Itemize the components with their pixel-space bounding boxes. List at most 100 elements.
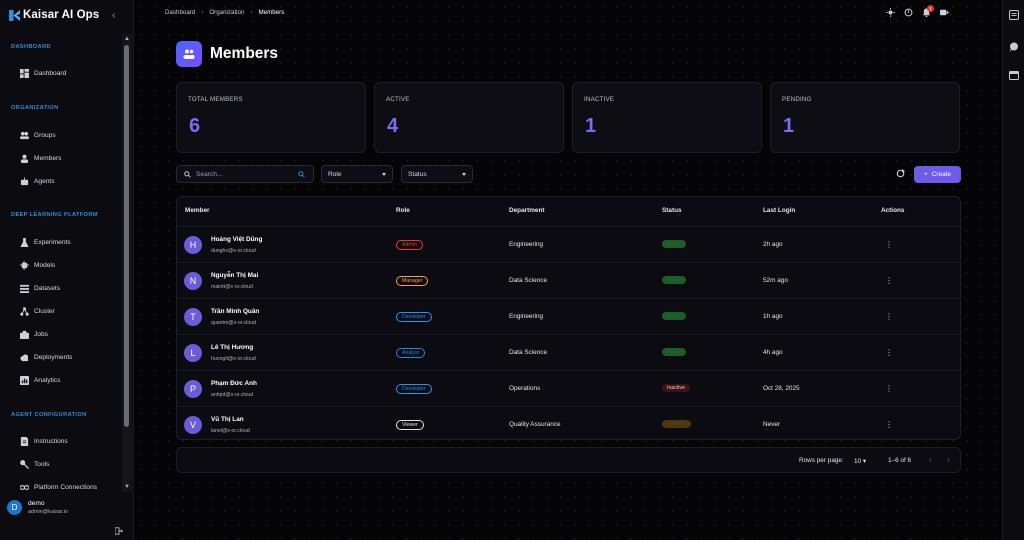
user-profile[interactable]: D demo admin@kaisar.io (7, 500, 68, 515)
section-title-organization: ORGANIZATION (11, 105, 59, 111)
more-options-icon[interactable]: ⋮ (885, 240, 893, 249)
sidebar-item-label: Groups (34, 132, 56, 139)
sidebar-item-label: Analytics (34, 377, 61, 384)
chevron-down-icon (462, 173, 466, 176)
sidebar-item-datasets[interactable]: Datasets (20, 284, 60, 293)
member-name: Trần Minh Quân (211, 308, 260, 315)
status-badge: Pending (662, 420, 692, 428)
scroll-down-icon[interactable]: ▼ (123, 483, 131, 491)
column-header-status[interactable]: Status (662, 207, 682, 214)
sidebar-item-analytics[interactable]: Analytics (20, 376, 60, 385)
sidebar-item-groups[interactable]: Groups (20, 131, 56, 140)
more-options-icon[interactable]: ⋮ (885, 348, 893, 357)
next-page-icon[interactable]: › (947, 455, 950, 464)
sidebar-item-platform-connections[interactable]: Platform Connections (20, 483, 97, 492)
sidebar-item-cluster[interactable]: Cluster (20, 307, 55, 316)
status-badge: Active (662, 276, 687, 284)
page-title: Members (210, 45, 279, 62)
theme-toggle-icon[interactable] (886, 8, 895, 17)
main-content: Dashboard › Organization › Members 1 Mem… (134, 0, 1002, 540)
last-login-cell: 4h ago (763, 349, 783, 356)
user-email: admin@kaisar.io (28, 509, 68, 515)
logout-icon[interactable] (115, 527, 123, 535)
section-title-agent-config: AGENT CONFIGURATION (11, 412, 87, 418)
search-submit-icon[interactable] (298, 171, 305, 178)
history-icon[interactable] (904, 8, 913, 17)
avatar: V (184, 416, 202, 434)
chevron-down-icon (382, 173, 386, 176)
sidebar-item-label: Experiments (34, 239, 71, 246)
sidebar-item-members[interactable]: Members (20, 154, 61, 163)
more-options-icon[interactable]: ⋮ (885, 276, 893, 285)
status-filter-value: Status (408, 171, 427, 178)
members-title-icon (176, 41, 202, 67)
column-header-role[interactable]: Role (396, 207, 410, 214)
last-login-cell: 52m ago (763, 277, 788, 284)
avatar: D (7, 500, 22, 515)
sidebar-item-instructions[interactable]: Instructions (20, 437, 68, 446)
member-email: quantm@x-or.cloud (211, 320, 257, 326)
status-filter[interactable]: Status (401, 165, 473, 183)
sidebar-item-models[interactable]: Models (20, 261, 55, 270)
sidebar-scrollbar[interactable]: ▲ ▼ (122, 34, 132, 492)
chat-icon[interactable] (1009, 42, 1019, 52)
member-name: Vũ Thị Lan (211, 416, 244, 423)
sidebar-item-deployments[interactable]: Deployments (20, 353, 72, 362)
brand[interactable]: Kaisar AI Ops (9, 9, 99, 21)
more-options-icon[interactable]: ⋮ (885, 312, 893, 321)
table-row[interactable]: V Vũ Thị Lan lanvt@x-or.cloud Viewer Qua… (177, 406, 960, 439)
sidebar-item-jobs[interactable]: Jobs (20, 330, 48, 339)
column-header-member[interactable]: Member (185, 207, 210, 214)
status-badge: Active (662, 312, 687, 320)
avatar: H (184, 236, 202, 254)
analytics-icon (20, 376, 29, 385)
table-row[interactable]: H Hoàng Việt Dũng dunghv@x-or.cloud Admi… (177, 226, 960, 262)
refresh-icon[interactable] (896, 169, 905, 178)
panel-toggle-icon[interactable] (940, 8, 949, 17)
last-login-cell: 1h ago (763, 313, 783, 320)
search-input[interactable]: Search... (176, 165, 314, 183)
breadcrumb-organization[interactable]: Organization (209, 9, 244, 16)
breadcrumb-separator-icon: › (250, 9, 253, 16)
table-row[interactable]: L Lê Thị Hương huonglt@x-or.cloud Analys… (177, 334, 960, 370)
table-row[interactable]: N Nguyễn Thị Mai maintt@x-or.cloud Manag… (177, 262, 960, 298)
right-toolbar (1002, 0, 1024, 540)
department-cell: Operations (509, 385, 541, 392)
sidebar-item-experiments[interactable]: Experiments (20, 238, 71, 247)
breadcrumb-dashboard[interactable]: Dashboard (165, 9, 195, 16)
collapse-sidebar-icon[interactable]: ‹ (112, 10, 115, 21)
scrollbar-thumb[interactable] (124, 45, 129, 427)
logo-icon (9, 9, 20, 21)
table-row[interactable]: T Trần Minh Quân quantm@x-or.cloud Devel… (177, 298, 960, 334)
sidebar-item-label: Cluster (34, 308, 55, 315)
role-filter-value: Role (328, 171, 342, 178)
role-badge: Developer (396, 312, 432, 322)
role-badge: Admin (396, 240, 423, 250)
sidebar-item-dashboard[interactable]: Dashboard (20, 69, 66, 78)
rows-per-page-select[interactable]: 10 ▾ (854, 457, 866, 465)
calendar-icon[interactable] (1009, 70, 1019, 80)
column-header-department[interactable]: Department (509, 207, 545, 214)
document-icon (20, 437, 29, 446)
more-options-icon[interactable]: ⋮ (885, 384, 893, 393)
more-options-icon[interactable]: ⋮ (885, 420, 893, 429)
table-row[interactable]: P Phạm Đức Anh anhpd@x-or.cloud Develope… (177, 370, 960, 406)
note-icon[interactable] (1009, 10, 1019, 20)
column-header-last-login[interactable]: Last Login (763, 207, 795, 214)
sidebar-item-agents[interactable]: Agents (20, 177, 55, 186)
sidebar-item-label: Agents (34, 178, 55, 185)
prev-page-icon[interactable]: ‹ (929, 455, 932, 464)
last-login-cell: 2h ago (763, 241, 783, 248)
department-cell: Data Science (509, 349, 548, 356)
create-button[interactable]: + Create (914, 166, 961, 183)
members-table: Member Role Department Status Last Login… (176, 196, 961, 440)
role-filter[interactable]: Role (321, 165, 393, 183)
stat-inactive: INACTIVE 1 (572, 82, 762, 153)
scroll-up-icon[interactable]: ▲ (123, 35, 131, 43)
sidebar-item-tools[interactable]: Tools (20, 460, 49, 469)
chevron-down-icon: ▾ (862, 458, 867, 465)
network-icon (20, 307, 29, 316)
avatar: T (184, 308, 202, 326)
notifications-button[interactable]: 1 (922, 5, 934, 19)
sidebar-item-label: Models (34, 262, 56, 269)
